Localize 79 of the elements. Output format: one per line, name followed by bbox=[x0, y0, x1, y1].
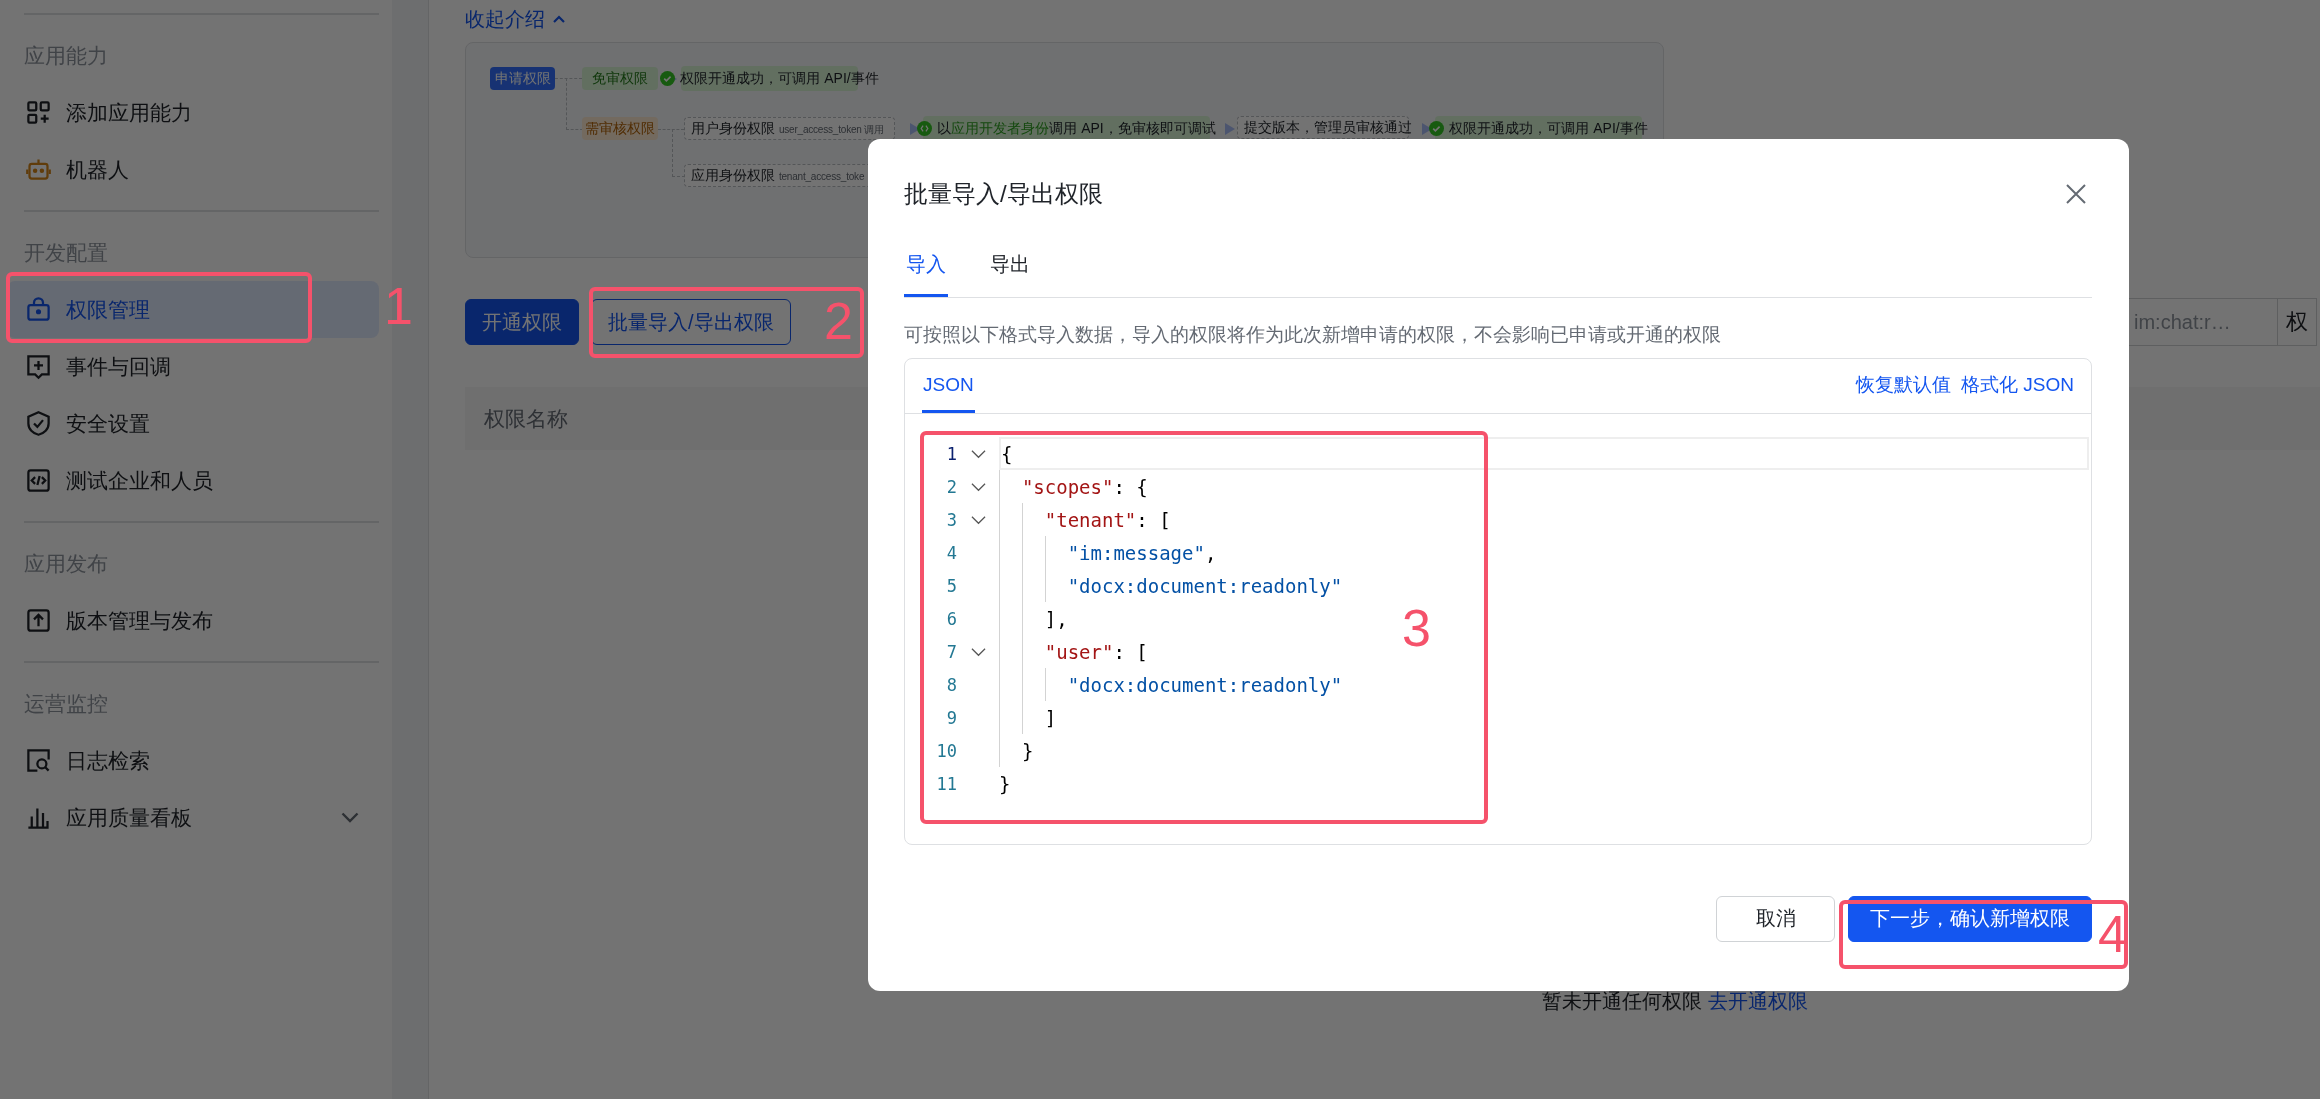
annotation-number: 1 bbox=[384, 276, 413, 336]
flow-node: 免审权限 bbox=[582, 67, 658, 90]
code-line: "docx:document:readonly" bbox=[1066, 673, 1343, 696]
code-line: { bbox=[1001, 442, 1013, 465]
line-number: 8 bbox=[945, 674, 957, 695]
lock-icon bbox=[25, 296, 52, 323]
fold-chevron-icon[interactable] bbox=[970, 448, 986, 459]
flow-node-label: 权限开通成功，可调用 API/事件 bbox=[680, 69, 879, 88]
annotation-number: 3 bbox=[1402, 598, 1431, 658]
line-number: 5 bbox=[945, 575, 957, 596]
arrow-icon bbox=[910, 123, 920, 135]
flow-node: 申请权限 bbox=[490, 67, 555, 90]
column-header: 权限名称 bbox=[484, 405, 568, 432]
description-text: 可按照以下格式导入数据，导入的权限将作为此次新增申请的权限，不会影响已申请或开通的权限 bbox=[904, 323, 1722, 346]
line-number: 1 bbox=[945, 443, 957, 464]
cancel-button[interactable]: 取消 bbox=[1716, 895, 1835, 942]
code-line: "scopes": { bbox=[1020, 475, 1148, 498]
code-line: "docx:document:readonly" bbox=[1066, 574, 1343, 597]
search-document-icon bbox=[25, 747, 52, 774]
robot-icon bbox=[25, 156, 52, 183]
line-number: 3 bbox=[945, 509, 957, 530]
nav-item[interactable]: 日志检索 bbox=[7, 732, 379, 789]
flow-node-label: 用户身份权限 user_access_token 调用 bbox=[691, 119, 884, 138]
flow-node-label: 权限开通成功，可调用 API/事件 bbox=[1449, 119, 1648, 138]
annotation-number: 4 bbox=[2098, 904, 2127, 964]
editor-link[interactable]: 格式化 JSON bbox=[1961, 370, 2074, 413]
arrow-icon bbox=[1225, 123, 1235, 135]
collapse-intro-link[interactable]: 收起介绍 bbox=[465, 6, 567, 32]
dialog-title: 批量导入/导出权限 bbox=[904, 179, 1103, 209]
fold-chevron-icon[interactable] bbox=[970, 646, 986, 657]
line-number: 7 bbox=[945, 641, 957, 662]
nav-item[interactable]: 安全设置 bbox=[7, 395, 379, 452]
flow-node-label: 以应用开发者身份调用 API，免审核即可调试 bbox=[937, 119, 1216, 138]
check-circle-icon bbox=[1429, 121, 1445, 136]
shield-check-icon bbox=[25, 410, 52, 437]
open-permission-link[interactable]: 去开通权限 bbox=[1708, 988, 1808, 1015]
flow-node: 需审核权限 bbox=[582, 117, 658, 140]
code-circle-icon bbox=[917, 121, 933, 136]
filter-field[interactable]: 权 bbox=[2277, 298, 2317, 346]
flow-node-label: 提交版本，管理员审核通过 bbox=[1244, 118, 1412, 137]
code-line: ], bbox=[1043, 607, 1068, 630]
annotation-number: 2 bbox=[824, 291, 853, 351]
line-number: 9 bbox=[945, 707, 957, 728]
nav-item[interactable]: 事件与回调 bbox=[7, 338, 379, 395]
nav-item[interactable]: 添加应用能力 bbox=[7, 84, 379, 141]
nav-item[interactable]: 权限管理 bbox=[7, 281, 379, 338]
code-line: } bbox=[1020, 739, 1034, 762]
line-number: 2 bbox=[945, 476, 957, 497]
grid-plus-icon bbox=[25, 99, 52, 126]
editor-link[interactable]: 恢复默认值 bbox=[1856, 370, 1952, 413]
code-line: "im:message", bbox=[1066, 541, 1217, 564]
check-circle-icon bbox=[660, 71, 676, 86]
code-line: "user": [ bbox=[1043, 640, 1148, 663]
message-plus-icon bbox=[25, 353, 52, 380]
empty-message: 暂未开通任何权限 bbox=[1542, 989, 1702, 1014]
tab[interactable]: JSON bbox=[922, 370, 975, 413]
code-line: ] bbox=[1043, 706, 1057, 729]
code-line: "tenant": [ bbox=[1043, 508, 1171, 531]
fold-chevron-icon[interactable] bbox=[970, 514, 986, 525]
nav-item[interactable]: 应用质量看板 bbox=[7, 789, 379, 846]
line-number: 6 bbox=[945, 608, 957, 629]
toolbar-button[interactable]: 批量导入/导出权限 bbox=[591, 299, 791, 345]
code-line: } bbox=[999, 772, 1011, 795]
code-icon bbox=[25, 467, 52, 494]
line-number: 4 bbox=[945, 542, 957, 563]
tab[interactable]: 导出 bbox=[988, 249, 1032, 297]
tab[interactable]: 导入 bbox=[904, 249, 948, 297]
flow-node-label: 应用身份权限 tenant_access_toke bbox=[691, 166, 865, 185]
close-icon[interactable] bbox=[2064, 182, 2088, 206]
nav-item[interactable]: 版本管理与发布 bbox=[7, 592, 379, 649]
fold-chevron-icon[interactable] bbox=[970, 481, 986, 492]
upload-icon bbox=[25, 607, 52, 634]
toolbar-button[interactable]: 开通权限 bbox=[465, 299, 579, 345]
line-number: 11 bbox=[935, 773, 957, 794]
arrow-icon bbox=[1422, 123, 1432, 135]
nav-item[interactable]: 测试企业和人员 bbox=[7, 452, 379, 509]
nav-item[interactable]: 机器人 bbox=[7, 141, 379, 198]
line-number: 10 bbox=[935, 740, 957, 761]
confirm-button[interactable]: 下一步，确认新增权限 bbox=[1848, 895, 2092, 942]
